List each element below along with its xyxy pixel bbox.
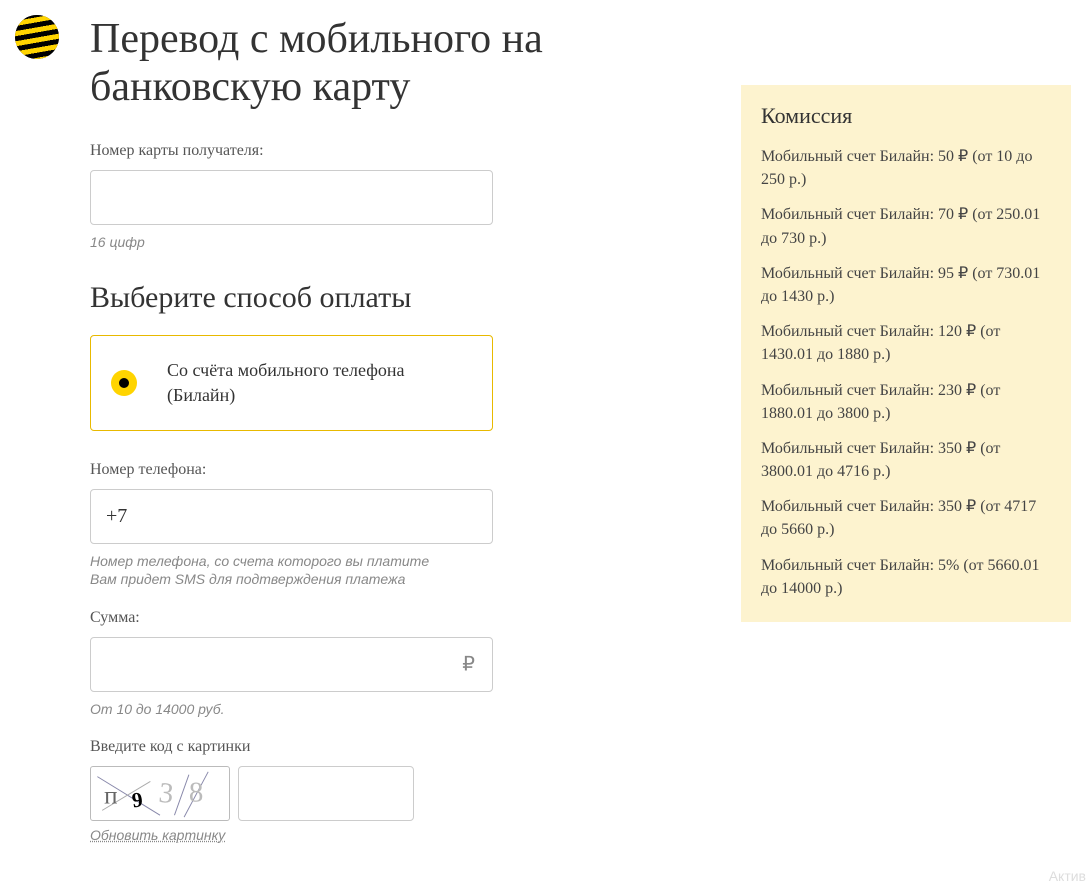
page-title: Перевод с мобильного на банковскую карту: [90, 15, 680, 112]
payment-method-heading: Выберите способ оплаты: [90, 281, 680, 315]
svg-text:9: 9: [130, 787, 144, 812]
captcha-label: Введите код с картинки: [90, 738, 680, 756]
amount-hint: От 10 до 14000 руб.: [90, 700, 680, 718]
payment-option-label: Со счёта мобильного телефона (Билайн): [167, 358, 472, 408]
card-number-input[interactable]: [90, 170, 493, 225]
watermark-text: Актив: [1049, 868, 1086, 884]
phone-number-group: Номер телефона: Номер телефона, со счета…: [90, 461, 680, 588]
commission-item: Мобильный счет Билайн: 120 ₽ (от 1430.01…: [761, 320, 1051, 366]
beeline-logo-icon: [15, 15, 59, 59]
commission-item: Мобильный счет Билайн: 350 ₽ (от 3800.01…: [761, 437, 1051, 483]
commission-item: Мобильный счет Билайн: 95 ₽ (от 730.01 д…: [761, 262, 1051, 308]
captcha-input[interactable]: [238, 766, 414, 821]
svg-text:3: 3: [157, 777, 175, 810]
svg-text:8: 8: [189, 776, 203, 808]
captcha-group: Введите код с картинки п 9 3 8: [90, 738, 680, 845]
phone-number-input[interactable]: [90, 489, 493, 544]
card-number-label: Номер карты получателя:: [90, 142, 680, 160]
radio-selected-icon: [111, 370, 137, 396]
amount-input[interactable]: [90, 637, 493, 692]
captcha-image: п 9 3 8: [90, 766, 230, 821]
commission-item: Мобильный счет Билайн: 350 ₽ (от 4717 до…: [761, 495, 1051, 541]
refresh-captcha-link[interactable]: Обновить картинку: [90, 827, 225, 843]
amount-label: Сумма:: [90, 609, 680, 627]
phone-number-label: Номер телефона:: [90, 461, 680, 479]
svg-text:п: п: [104, 782, 117, 809]
commission-item: Мобильный счет Билайн: 70 ₽ (от 250.01 д…: [761, 203, 1051, 249]
commission-item: Мобильный счет Билайн: 230 ₽ (от 1880.01…: [761, 379, 1051, 425]
phone-number-hint: Номер телефона, со счета которого вы пла…: [90, 552, 680, 588]
commission-item: Мобильный счет Билайн: 50 ₽ (от 10 до 25…: [761, 145, 1051, 191]
card-number-hint: 16 цифр: [90, 233, 680, 251]
commission-title: Комиссия: [761, 103, 1051, 129]
card-number-group: Номер карты получателя: 16 цифр: [90, 142, 680, 251]
commission-panel: Комиссия Мобильный счет Билайн: 50 ₽ (от…: [741, 85, 1071, 622]
amount-group: Сумма: ₽ От 10 до 14000 руб.: [90, 609, 680, 718]
payment-option-beeline[interactable]: Со счёта мобильного телефона (Билайн): [90, 335, 493, 431]
commission-item: Мобильный счет Билайн: 5% (от 5660.01 до…: [761, 554, 1051, 600]
